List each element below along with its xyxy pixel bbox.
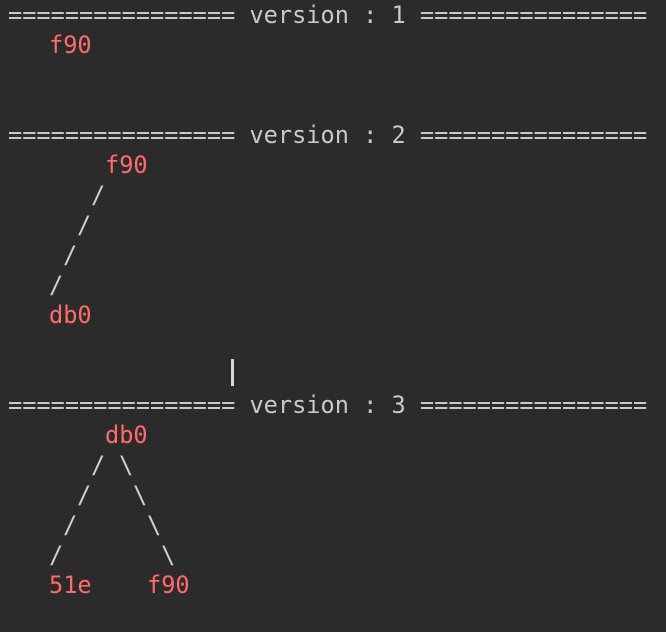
version-3-root-node: db0 <box>105 421 148 449</box>
version-3-right-leaf-node: f90 <box>147 571 190 599</box>
version-2-header: ================ version : 2 ===========… <box>8 121 648 149</box>
version-3-right-edge-2: \ <box>133 481 148 509</box>
version-2-root-node: f90 <box>105 151 148 179</box>
text-cursor[interactable] <box>231 359 234 386</box>
version-2-leaf-node: db0 <box>49 301 92 329</box>
version-2-edge-1: / <box>91 181 106 209</box>
version-3-right-edge-4: \ <box>161 541 176 569</box>
version-3-left-edge-3: / <box>63 511 78 539</box>
version-2-edge-3: / <box>63 241 78 269</box>
version-3-left-leaf-node: 51e <box>49 571 92 599</box>
version-2-edge-4: / <box>49 271 64 299</box>
version-3-left-edge-1: / <box>91 451 106 479</box>
version-1-header: ================ version : 1 ===========… <box>8 1 648 29</box>
terminal-window: ================ version : 1 ===========… <box>0 0 666 632</box>
version-1-root-node: f90 <box>49 31 92 59</box>
version-3-right-edge-3: \ <box>147 511 162 539</box>
version-3-header: ================ version : 3 ===========… <box>8 391 648 419</box>
version-3-right-edge-1: \ <box>119 451 134 479</box>
version-2-edge-2: / <box>77 211 92 239</box>
version-3-left-edge-4: / <box>49 541 64 569</box>
version-3-left-edge-2: / <box>77 481 92 509</box>
